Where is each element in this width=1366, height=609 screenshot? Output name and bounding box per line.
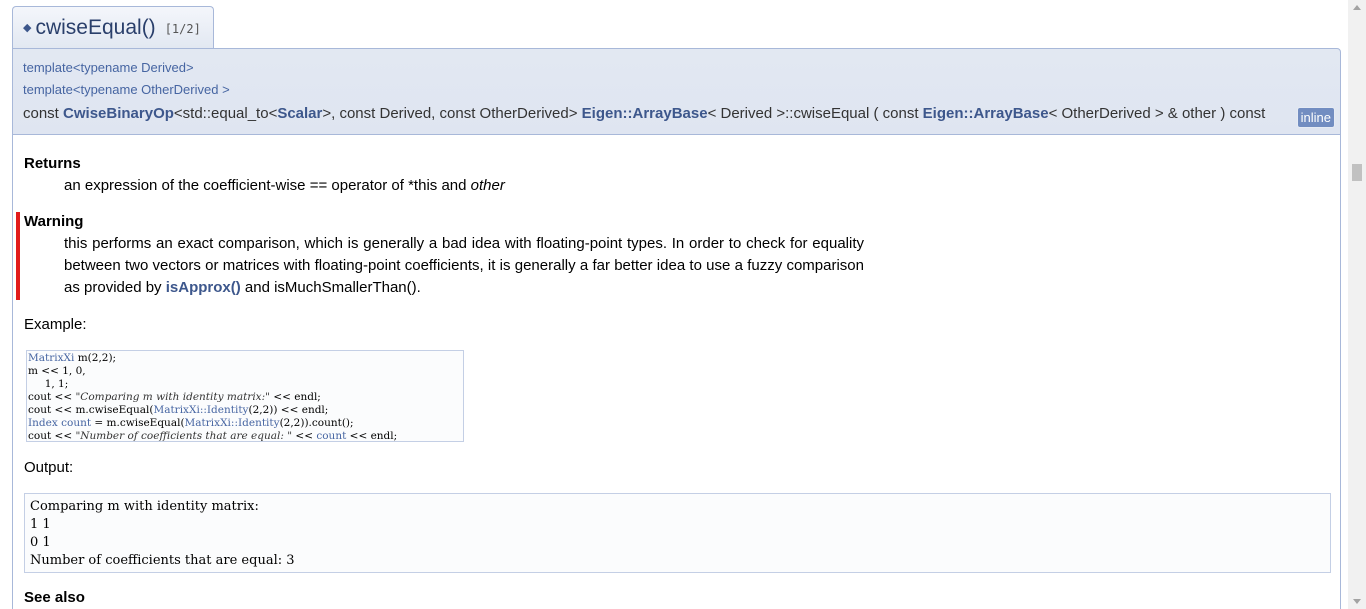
code-text: cout << <box>28 391 76 403</box>
arraybase-link[interactable]: Eigen::ArrayBase <box>923 105 1049 122</box>
warning-bar <box>16 212 20 300</box>
returns-param: other <box>470 177 505 194</box>
member-name: cwiseEqual() <box>35 15 156 39</box>
code-text: m(2,2); <box>74 352 117 364</box>
doc-page: ◆ cwiseEqual() [1/2] template<typename D… <box>0 0 1348 609</box>
scalar-link[interactable]: Scalar <box>277 105 322 122</box>
inline-badge: inline <box>1296 107 1335 128</box>
code-text: = m.cwiseEqual( <box>91 417 185 429</box>
warning-text: this performs an exact comparison, which… <box>64 233 864 299</box>
function-signature: const CwiseBinaryOp<std::equal_to<Scalar… <box>23 105 1265 122</box>
sig-text: const <box>23 105 64 122</box>
code-text: << <box>292 430 317 442</box>
code-variable: count <box>316 430 347 442</box>
sig-text: < OtherDerived > & other ) const <box>1048 105 1266 122</box>
output-line: 0 1 <box>30 535 51 550</box>
template-line: template<typename Derived> <box>23 60 194 75</box>
output-line: 1 1 <box>30 517 51 532</box>
overload-counter: [1/2] <box>164 22 201 36</box>
type-link[interactable]: MatrixXi::Identity <box>185 417 280 429</box>
code-text: (2,2)).count(); <box>279 417 354 429</box>
code-text: m << 1, 0, <box>28 365 86 377</box>
code-string: "Comparing m with identity matrix:" <box>75 391 270 403</box>
output-block: Comparing m with identity matrix: 1 1 0 … <box>24 493 1331 573</box>
member-title-tab: ◆ cwiseEqual() [1/2] <box>12 6 214 48</box>
scrollbar-thumb[interactable] <box>1352 164 1362 181</box>
code-text: (2,2)) << endl; <box>248 404 329 416</box>
scroll-down-arrow-icon[interactable] <box>1353 599 1361 604</box>
scroll-up-arrow-icon[interactable] <box>1353 5 1361 10</box>
returns-text: an expression of the coefficient-wise ==… <box>64 175 864 197</box>
template-line: template<typename OtherDerived > <box>23 82 230 97</box>
sig-text: >, const Derived, const OtherDerived> <box>322 105 582 122</box>
cwisebinaryop-link[interactable]: CwiseBinaryOp <box>63 105 174 122</box>
output-line: Number of coefficients that are equal: 3 <box>30 553 295 568</box>
sig-text: <std::equal_to< <box>173 105 278 122</box>
output-line: Comparing m with identity matrix: <box>30 499 259 514</box>
isapprox-link[interactable]: isApprox() <box>166 279 241 296</box>
example-label: Example: <box>24 316 87 333</box>
code-text: cout << m.cwiseEqual( <box>28 404 154 416</box>
sig-text: < Derived >::cwiseEqual ( const <box>707 105 923 122</box>
code-string: "Number of coefficients that are equal: … <box>75 430 293 442</box>
output-label: Output: <box>24 459 74 476</box>
warning-desc-end: and isMuchSmallerThan(). <box>240 279 421 296</box>
code-variable: count <box>61 417 92 429</box>
warning-title: Warning <box>24 213 84 230</box>
member-documentation: Returns an expression of the coefficient… <box>12 134 1341 609</box>
code-text: 1, 1; <box>28 378 69 390</box>
arraybase-link[interactable]: Eigen::ArrayBase <box>582 105 708 122</box>
diamond-bullet-icon: ◆ <box>23 22 32 34</box>
code-text: << endl; <box>346 430 398 442</box>
type-link[interactable]: MatrixXi::Identity <box>153 404 248 416</box>
vertical-scrollbar[interactable] <box>1348 0 1366 609</box>
example-code-block: MatrixXi m(2,2); m << 1, 0, 1, 1; cout <… <box>26 350 464 442</box>
type-link[interactable]: Index <box>28 417 58 429</box>
returns-desc: an expression of the coefficient-wise ==… <box>64 177 471 194</box>
code-text: cout << <box>28 430 76 442</box>
see-also-title: See also <box>24 589 85 606</box>
type-link[interactable]: MatrixXi <box>28 352 74 364</box>
code-text: << endl; <box>269 391 321 403</box>
returns-title: Returns <box>24 155 81 172</box>
member-prototype: template<typename Derived> template<type… <box>12 48 1341 135</box>
